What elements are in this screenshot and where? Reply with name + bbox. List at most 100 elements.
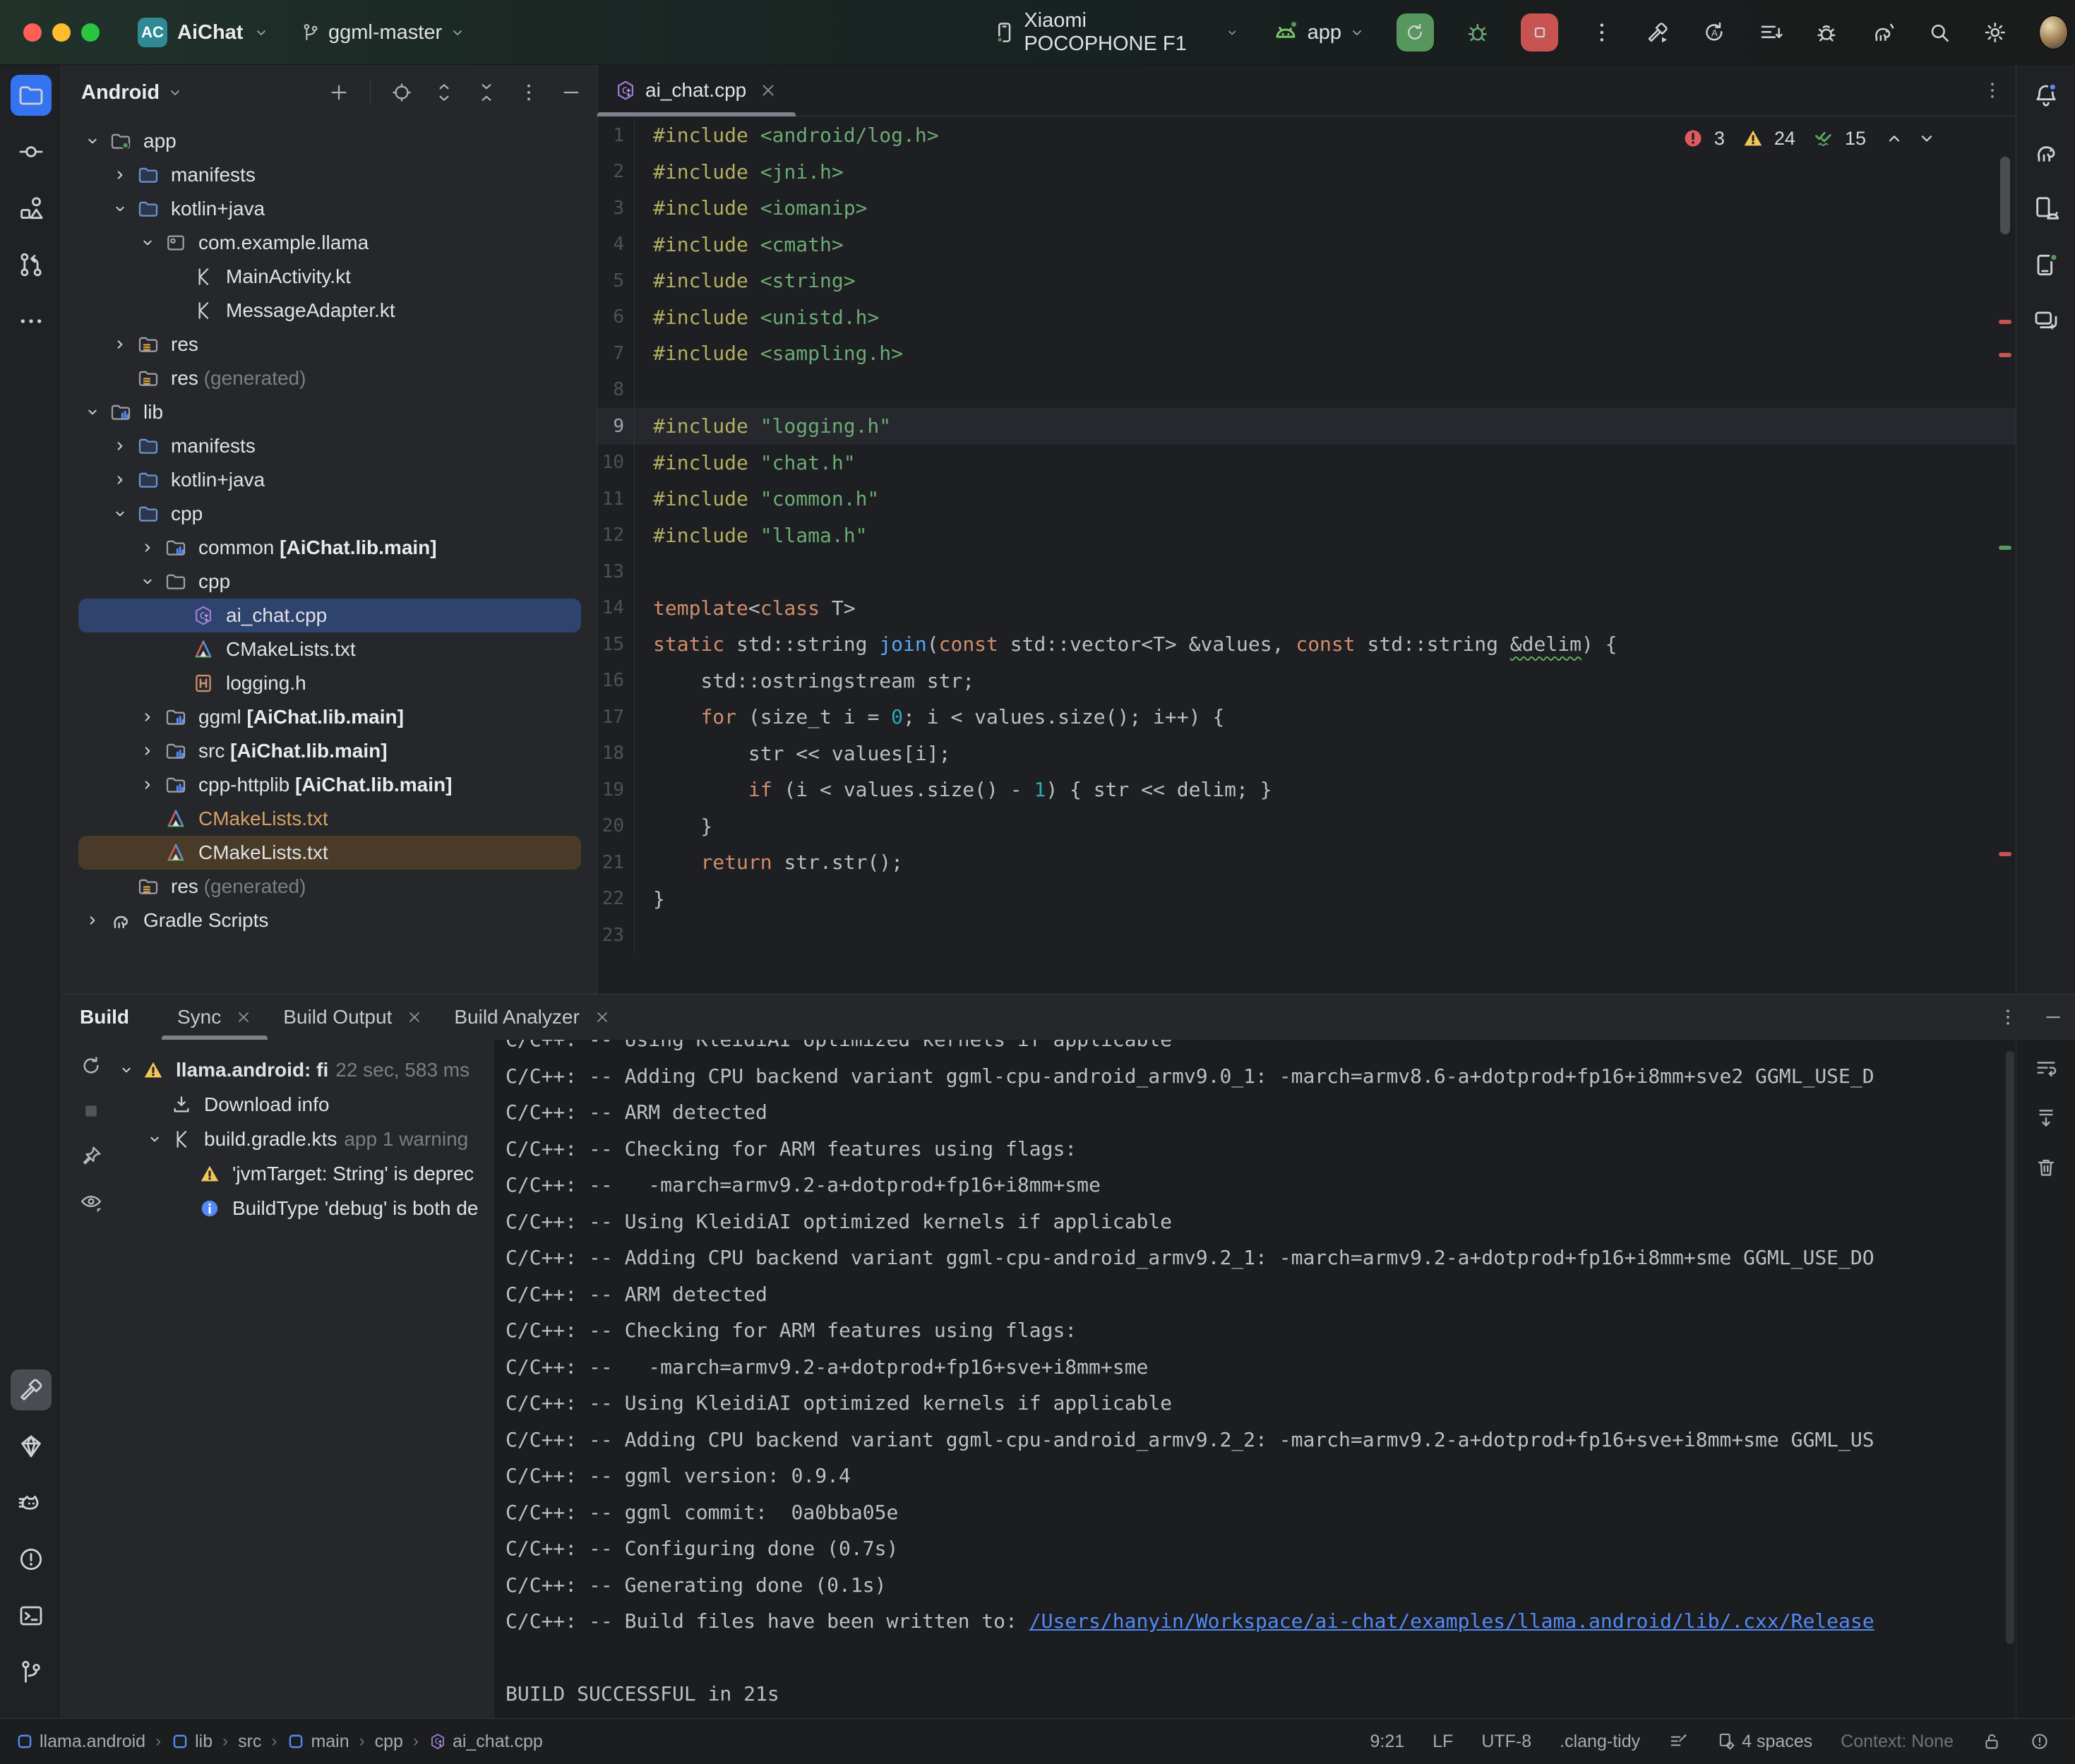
chevron-down-icon[interactable] <box>110 504 137 524</box>
device-selector[interactable]: Xiaomi POCOPHONE F1 <box>992 9 1240 56</box>
project-tool-button[interactable] <box>11 75 52 116</box>
kebab-icon[interactable] <box>1589 18 1615 47</box>
chevron-right-icon[interactable] <box>138 775 165 795</box>
tree-item-res[interactable]: res <box>78 328 581 361</box>
status-widget-context-none[interactable]: Context: None <box>1841 1732 1954 1752</box>
clear-all-icon[interactable] <box>2034 1156 2058 1180</box>
debug-bug-icon[interactable] <box>1465 18 1490 47</box>
refresh-icon[interactable] <box>79 1054 103 1078</box>
code-editor[interactable]: 1#include <android/log.h>2#include <jni.… <box>597 117 2016 994</box>
search-icon[interactable] <box>1927 18 1952 47</box>
tree-item-src[interactable]: src [AiChat.lib.main] <box>78 734 581 768</box>
tree-item-cpp[interactable]: cpp <box>78 565 581 599</box>
breadcrumb-item-main[interactable]: main <box>287 1732 349 1752</box>
vcs-branch-widget[interactable]: ggml-master <box>300 0 466 65</box>
tree-item-messageadapter-kt[interactable]: MessageAdapter.kt <box>78 294 581 328</box>
prev-problem-chevron-icon[interactable] <box>1883 127 1906 150</box>
build-tab-build-output[interactable]: Build Output <box>268 995 438 1040</box>
close-icon[interactable] <box>406 1009 423 1026</box>
filter-eye-icon[interactable] <box>79 1189 103 1213</box>
sync-tree-item[interactable]: build.gradle.ktsapp 1 warning <box>116 1122 494 1156</box>
close-icon[interactable] <box>759 81 777 100</box>
version-control-tool-button[interactable] <box>11 1652 52 1693</box>
breadcrumb-item-cpp[interactable]: cpp <box>375 1732 403 1752</box>
plus-icon[interactable] <box>328 81 350 104</box>
suspend-icon[interactable] <box>79 1099 103 1123</box>
editor-options-kebab-icon[interactable] <box>1982 80 2003 101</box>
collapse-all-icon[interactable] <box>475 81 498 104</box>
breadcrumb-item-lib[interactable]: lib <box>171 1732 213 1752</box>
chevron-down-icon[interactable] <box>145 1129 170 1149</box>
status-widget-inspections-widget[interactable] <box>1668 1732 1688 1751</box>
chevron-down-icon[interactable] <box>83 131 109 151</box>
stop-button[interactable] <box>1521 13 1558 52</box>
sync-tree-item[interactable]: 'jvmTarget: String' is deprec <box>116 1156 494 1191</box>
run-configuration-selector[interactable]: app <box>1271 18 1365 47</box>
tree-item-ai-chat-cpp[interactable]: Cai_chat.cpp <box>78 599 581 632</box>
kebab-icon[interactable] <box>518 81 540 104</box>
window-close-button[interactable] <box>23 23 42 42</box>
gradle-tool-button[interactable] <box>2026 131 2067 172</box>
window-minimize-button[interactable] <box>52 23 71 42</box>
build-tab-build-analyzer[interactable]: Build Analyzer <box>438 995 626 1040</box>
status-widget-problem-circle[interactable] <box>2030 1732 2050 1751</box>
window-zoom-button[interactable] <box>81 23 100 42</box>
chevron-right-icon[interactable] <box>138 707 165 727</box>
app-quality-insights-tool-button[interactable] <box>11 1426 52 1467</box>
tree-item-com-example-llama[interactable]: com.example.llama <box>78 226 581 260</box>
sync-tree-item[interactable]: llama.android: fi22 sec, 583 ms <box>116 1052 494 1087</box>
running-devices-tool-button[interactable] <box>2026 244 2067 285</box>
scroll-end-icon[interactable] <box>2034 1106 2058 1130</box>
terminal-tool-button[interactable] <box>11 1595 52 1636</box>
chevron-right-icon[interactable] <box>110 165 137 185</box>
project-widget[interactable]: AC AiChat <box>138 0 270 65</box>
tree-item-cpp-httplib[interactable]: cpp-httplib [AiChat.lib.main] <box>78 768 581 802</box>
tree-item-res[interactable]: res (generated) <box>78 870 581 904</box>
tree-item-app[interactable]: app <box>78 124 581 158</box>
chevron-down-icon[interactable] <box>110 199 137 219</box>
tree-item-manifests[interactable]: manifests <box>78 158 581 192</box>
tree-item-kotlin-java[interactable]: kotlin+java <box>78 192 581 226</box>
gemini-tool-button[interactable] <box>11 1482 52 1523</box>
more-tool-windows-tool-button[interactable] <box>11 301 52 342</box>
chevron-down-icon[interactable] <box>138 572 165 592</box>
profiler-icon[interactable] <box>1814 18 1839 47</box>
locate-icon[interactable] <box>390 81 413 104</box>
tree-item-gradle-scripts[interactable]: Gradle Scripts <box>78 904 581 937</box>
inspections-widget[interactable]: 3 24 15 <box>1682 127 1938 150</box>
hide-icon[interactable] <box>560 81 582 104</box>
kebab-icon[interactable] <box>1997 1007 2019 1028</box>
sync-tree-item[interactable]: Download info <box>116 1087 494 1122</box>
build-output-path-link[interactable]: /Users/hanyin/Workspace/ai-chat/examples… <box>1029 1609 1874 1633</box>
project-view-mode[interactable]: Android <box>81 81 160 104</box>
close-icon[interactable] <box>235 1009 252 1026</box>
apply-code-changes-icon[interactable] <box>1758 18 1783 47</box>
breadcrumb-item-ai-chat-cpp[interactable]: Cai_chat.cpp <box>429 1732 543 1752</box>
tree-item-common[interactable]: common [AiChat.lib.main] <box>78 531 581 565</box>
breadcrumb-item-src[interactable]: src <box>238 1732 261 1752</box>
gradle-sync-icon[interactable] <box>1870 18 1896 47</box>
status-widget-unlock[interactable] <box>1982 1732 2002 1751</box>
breadcrumb-item-llama-android[interactable]: llama.android <box>16 1732 145 1752</box>
status-widget-4-spaces[interactable]: 4 spaces <box>1716 1732 1812 1752</box>
chevron-right-icon[interactable] <box>110 470 137 490</box>
build-tab-sync[interactable]: Sync <box>162 995 268 1040</box>
expand-all-icon[interactable] <box>433 81 455 104</box>
tree-item-lib[interactable]: lib <box>78 395 581 429</box>
chevron-down-icon[interactable] <box>116 1060 142 1080</box>
chevron-right-icon[interactable] <box>138 741 165 761</box>
tree-item-cmakelists-txt[interactable]: CMakeLists.txt <box>78 802 581 836</box>
tree-item-manifests[interactable]: manifests <box>78 429 581 463</box>
problems-tool-button[interactable] <box>11 1539 52 1580</box>
apply-changes-icon[interactable]: A <box>1702 18 1727 47</box>
status-widget-9-21[interactable]: 9:21 <box>1370 1732 1404 1752</box>
sync-tree-item[interactable]: BuildType 'debug' is both de <box>116 1191 494 1225</box>
editor-tab-ai-chat-cpp[interactable]: C ai_chat.cpp <box>597 65 796 116</box>
close-icon[interactable] <box>594 1009 611 1026</box>
chevron-down-icon[interactable] <box>83 402 109 422</box>
tree-item-cmakelists-txt[interactable]: CMakeLists.txt <box>78 836 581 870</box>
gemini-chat-tool-button[interactable] <box>2026 301 2067 342</box>
commit-tool-button[interactable] <box>11 131 52 172</box>
console-scrollbar[interactable] <box>2006 1051 2014 1644</box>
avatar[interactable] <box>2039 16 2068 49</box>
